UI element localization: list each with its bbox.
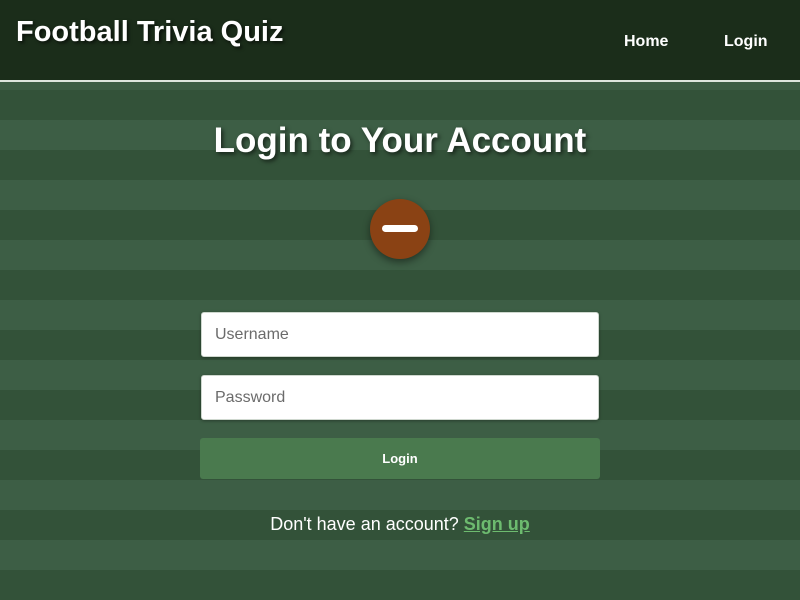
username-input[interactable] — [201, 312, 599, 357]
signup-prompt-line: Don't have an account? Sign up — [0, 514, 800, 535]
football-stripe — [382, 225, 418, 232]
signup-link[interactable]: Sign up — [464, 514, 530, 534]
signup-prompt-text: Don't have an account? — [270, 514, 459, 534]
page-title: Login to Your Account — [213, 121, 587, 160]
site-header: Football Trivia Quiz Home Login — [0, 0, 800, 82]
site-title: Football Trivia Quiz — [16, 16, 284, 48]
login-button[interactable]: Login — [200, 438, 600, 479]
nav-login-link[interactable]: Login — [724, 33, 768, 51]
football-icon — [370, 199, 430, 259]
nav-home-link[interactable]: Home — [624, 33, 668, 51]
password-input[interactable] — [201, 375, 599, 420]
